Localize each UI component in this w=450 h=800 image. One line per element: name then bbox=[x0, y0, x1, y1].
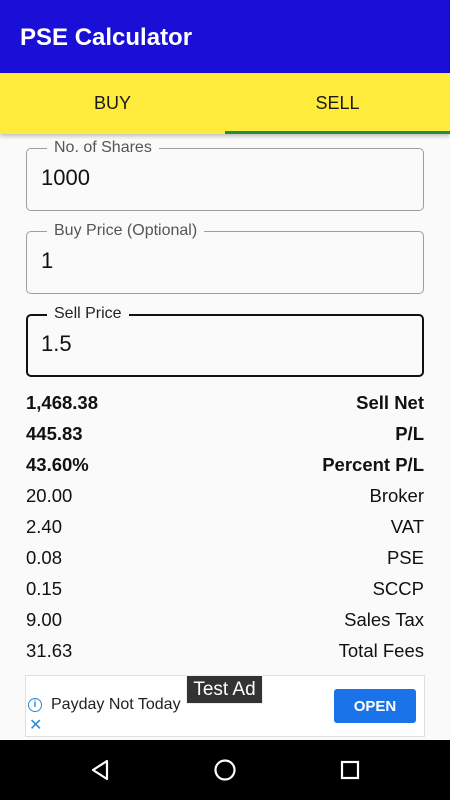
app-title: PSE Calculator bbox=[20, 24, 193, 51]
result-row-broker: 20.00 Broker bbox=[26, 481, 424, 512]
buy-price-field[interactable]: Buy Price (Optional) 1 bbox=[26, 222, 424, 294]
home-icon[interactable] bbox=[213, 758, 237, 782]
result-label: Broker bbox=[369, 485, 425, 507]
sell-price-input[interactable]: 1.5 bbox=[41, 331, 72, 357]
test-ad-badge: Test Ad bbox=[186, 675, 263, 704]
result-value: 445.83 bbox=[26, 423, 83, 445]
result-label: SCCP bbox=[372, 577, 424, 599]
result-row-pse: 0.08 PSE bbox=[26, 542, 424, 573]
result-label: P/L bbox=[395, 423, 424, 445]
result-label: Percent P/L bbox=[322, 454, 424, 476]
result-value: 2.40 bbox=[26, 516, 63, 537]
result-value: 1,468.38 bbox=[26, 392, 99, 414]
close-icon[interactable]: ✕ bbox=[29, 718, 42, 734]
result-value: 0.15 bbox=[26, 577, 63, 599]
result-value: 20.00 bbox=[26, 485, 73, 507]
result-label: Sell Net bbox=[356, 392, 424, 414]
sell-price-field[interactable]: Sell Price 1.5 bbox=[26, 305, 424, 377]
result-label: Total Fees bbox=[338, 639, 424, 661]
tab-buy-label: BUY bbox=[93, 93, 131, 113]
result-value: 31.63 bbox=[26, 639, 73, 661]
result-value: 43.60% bbox=[26, 454, 89, 476]
info-icon[interactable]: i bbox=[28, 698, 42, 712]
shares-field[interactable]: No. of Shares 1000 bbox=[26, 139, 424, 211]
ad-open-button[interactable]: OPEN bbox=[334, 689, 416, 723]
result-label: VAT bbox=[390, 516, 424, 537]
result-label: Sales Tax bbox=[344, 608, 424, 630]
buy-price-input[interactable]: 1 bbox=[41, 248, 53, 274]
result-value: 0.08 bbox=[26, 546, 63, 568]
result-row-vat: 2.40 VAT bbox=[26, 512, 424, 543]
result-value: 9.00 bbox=[26, 608, 63, 630]
result-row-sccp: 0.15 SCCP bbox=[26, 573, 424, 604]
result-row-percent-pl: 43.60% Percent P/L bbox=[26, 450, 424, 481]
result-row-sell-net: 1,468.38 Sell Net bbox=[26, 388, 424, 419]
result-row-sales-tax: 9.00 Sales Tax bbox=[26, 604, 424, 635]
app-bar: PSE Calculator bbox=[0, 0, 450, 73]
result-row-pl: 445.83 P/L bbox=[26, 419, 424, 450]
tab-bar: BUY SELL bbox=[0, 73, 450, 134]
shares-field-label: No. of Shares bbox=[47, 139, 159, 157]
buy-price-field-label: Buy Price (Optional) bbox=[47, 222, 205, 240]
tab-buy[interactable]: BUY bbox=[0, 73, 225, 134]
sell-price-field-label: Sell Price bbox=[47, 305, 129, 323]
back-icon[interactable] bbox=[88, 758, 112, 782]
results-list: 1,468.38 Sell Net 445.83 P/L 43.60% Perc… bbox=[26, 388, 424, 666]
result-label: PSE bbox=[386, 546, 424, 568]
recents-icon[interactable] bbox=[338, 758, 362, 782]
tab-sell[interactable]: SELL bbox=[225, 73, 450, 134]
shares-input[interactable]: 1000 bbox=[41, 165, 90, 191]
tab-indicator bbox=[225, 131, 450, 134]
ad-text[interactable]: Payday Not Today bbox=[51, 696, 181, 714]
tab-sell-label: SELL bbox=[315, 93, 360, 113]
system-nav-bar bbox=[0, 740, 450, 800]
result-row-total-fees: 31.63 Total Fees bbox=[26, 635, 424, 666]
